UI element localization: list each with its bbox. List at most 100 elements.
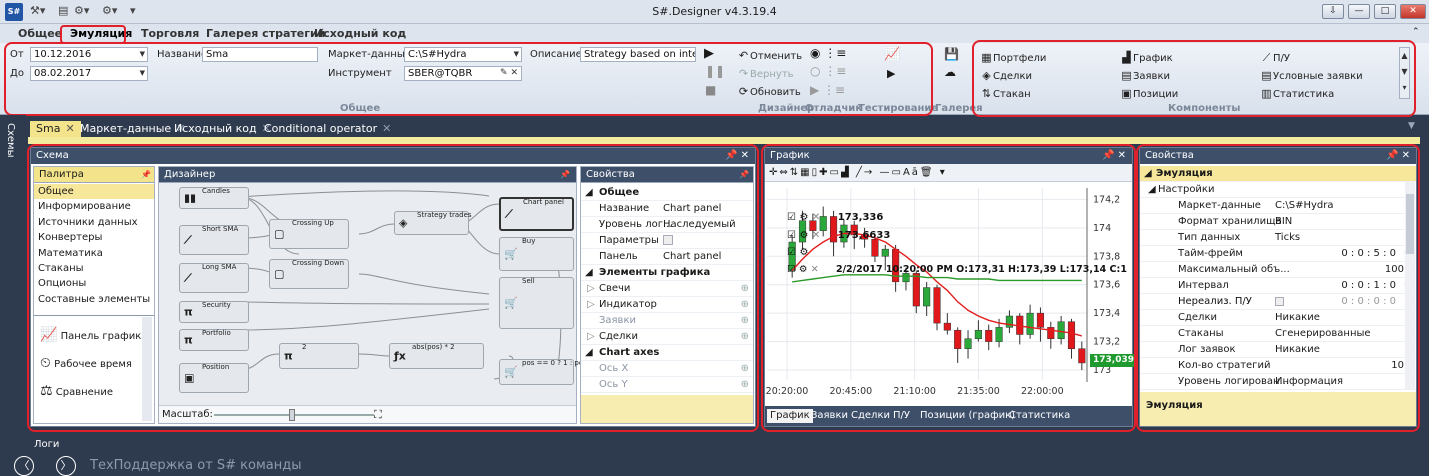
node-buy[interactable]: 🛒 Buy <box>499 237 574 271</box>
properties-scrollbar[interactable] <box>1405 182 1415 390</box>
description-field[interactable]: Strategy based on intersect <box>580 47 696 62</box>
gallery-scroll-icon[interactable]: ▲ ▼ ▾ <box>1399 47 1410 99</box>
minimize-button[interactable]: — <box>1348 4 1370 19</box>
palette-element-chart-panel[interactable]: 📈 Панель графика <box>40 327 147 343</box>
chart-tab-chart[interactable]: График <box>767 409 813 423</box>
test-run-icon[interactable]: ▶ <box>887 67 895 80</box>
pin-icon[interactable]: 📌 ✕ <box>1102 148 1126 164</box>
palette-category[interactable]: Опционы <box>34 276 154 291</box>
step-icon[interactable]: ○ ⋮≡ <box>810 64 846 78</box>
chart-tab-positions[interactable]: Позиции (график) <box>920 409 1015 423</box>
node-portfolio[interactable]: π Portfolio <box>179 329 249 351</box>
palette-category[interactable]: Источники данных <box>34 215 154 230</box>
chart-tab-statistics[interactable]: Статистика <box>1009 409 1070 423</box>
maximize-button[interactable]: □ <box>1374 4 1396 19</box>
props-row-params[interactable]: Параметры <box>581 233 753 249</box>
ribbon-collapse-icon[interactable]: ⌃ <box>1412 27 1420 37</box>
palette-category[interactable]: Информирование <box>34 199 154 214</box>
stop-icon[interactable]: ■ <box>705 83 716 97</box>
chart-tab-pnl[interactable]: П/У <box>893 409 910 423</box>
portfolios-button[interactable]: ▦Портфели <box>980 51 1046 64</box>
props-row-indicator[interactable]: ▷ Индикатор ⊕ <box>581 297 753 313</box>
tab-source-code[interactable]: Исходный код <box>314 27 406 40</box>
prop-subsection-settings[interactable]: ◢ Настройки <box>1140 182 1416 198</box>
props-category-general[interactable]: ◢ Общее <box>581 185 753 201</box>
restore-ribbon-icon[interactable]: ⇩ <box>1322 4 1344 19</box>
undo-button[interactable]: ↶ Отменить <box>737 49 802 62</box>
designer-area[interactable]: Дизайнер 📌 ▮▮ Candles ⟋ Short SMA ⟋ Long SMA… <box>158 166 587 424</box>
props-row-name[interactable]: Название Chart panel <box>581 201 753 217</box>
order-book-button[interactable]: ⇅ Стакан <box>980 87 1031 100</box>
test-chart-icon[interactable]: 📈 <box>884 47 900 62</box>
trades-button[interactable]: ◈ Сделки <box>980 69 1032 82</box>
prop-row[interactable]: Стаканы Сгенерированные <box>1140 326 1416 342</box>
node-chart-panel[interactable]: ⟋ Chart panel <box>499 197 574 231</box>
palette-element-working-time[interactable]: ⏲ Рабочее время <box>40 355 132 371</box>
positions-button[interactable]: ▣Позиции <box>1120 87 1178 100</box>
prop-row[interactable]: Формат хранилища BIN <box>1140 214 1416 230</box>
node-crossing-up[interactable]: ▢ Crossing Up <box>269 219 349 249</box>
orders-button[interactable]: ▤Заявки <box>1120 69 1170 82</box>
cloud-icon[interactable]: ☁ <box>944 65 956 79</box>
props-category-chart-elements[interactable]: ◢ Элементы графика <box>581 265 753 281</box>
prop-row[interactable]: Интервал0 : 0 : 1 : 0▲▼ <box>1140 278 1416 294</box>
back-button[interactable]: 〈 <box>14 456 34 476</box>
tabs-dropdown-icon[interactable]: ▼ <box>1408 121 1415 131</box>
chart-tab-trades[interactable]: Сделки <box>851 409 890 423</box>
palette-category[interactable]: Математика <box>34 246 154 261</box>
close-button[interactable]: ✕ <box>1400 4 1426 19</box>
continue-icon[interactable]: ▶ ⋮≡ <box>810 83 845 97</box>
prop-row[interactable]: Нереализ. П/У 0 : 0 : 0 : 0 <box>1140 294 1416 310</box>
palette-category[interactable]: Общее <box>34 184 154 200</box>
prop-row[interactable]: Максимальный объ... 100 <box>1140 262 1416 278</box>
tab-trading[interactable]: Торговля <box>141 27 199 40</box>
chart-tab-orders[interactable]: Заявки <box>811 409 848 423</box>
schemas-side-tab[interactable]: Схемы <box>5 123 16 158</box>
props-category-chart-axes[interactable]: ◢ Chart axes <box>581 345 753 361</box>
node-strategy-trades[interactable]: ◈ Strategy trades <box>394 211 472 235</box>
pin-icon[interactable]: 📌 ✕ <box>1386 148 1410 164</box>
prop-row[interactable]: Маркет-данные C:\S#Hydra <box>1140 198 1416 214</box>
statistics-button[interactable]: ▥Статистика <box>1260 87 1334 100</box>
node-formula[interactable]: ƒx abs(pos) * 2 <box>389 343 484 369</box>
prop-row[interactable]: Уровень логирован... Информация <box>1140 374 1416 390</box>
pin-icon[interactable]: 📌 ✕ <box>725 148 749 164</box>
to-date-field[interactable]: 08.02.2017 ▼ <box>30 66 148 81</box>
props-row-candles[interactable]: ▷ Свечи ⊕ <box>581 281 753 297</box>
props-row-axis-y[interactable]: Ось Y ⊕ <box>581 377 753 393</box>
support-text[interactable]: ТехПоддержка от S# команды <box>90 458 302 473</box>
node-constant[interactable]: π2 <box>279 343 359 369</box>
tab-strategy-gallery[interactable]: Галерея стратегий <box>206 27 325 40</box>
refresh-button[interactable]: ⟳ Обновить <box>737 85 801 98</box>
node-short-sma[interactable]: ⟋ Short SMA <box>179 225 249 255</box>
tab-general[interactable]: Общее <box>18 27 62 40</box>
palette-category[interactable]: Составные элементы <box>34 292 154 307</box>
node-security[interactable]: π Security <box>179 301 249 323</box>
node-sell[interactable]: 🛒 Sell <box>499 277 574 329</box>
prop-row[interactable]: Тайм-фрейм0 : 0 : 5 : 0▲▼ <box>1140 246 1416 262</box>
props-row-axis-x[interactable]: Ось X ⊕ <box>581 361 753 377</box>
palette-element-comparison[interactable]: ⚖ Сравнение <box>40 383 113 399</box>
zoom-slider-thumb[interactable] <box>289 409 295 421</box>
props-row-orders[interactable]: Заявки ⊕ <box>581 313 753 329</box>
side-strip[interactable]: Схемы <box>0 115 26 437</box>
fit-icon[interactable]: ⛶ <box>374 408 382 422</box>
redo-button[interactable]: ↷ Вернуть <box>737 67 794 80</box>
palette-category[interactable]: Конвертеры <box>34 230 154 245</box>
node-crossing-down[interactable]: ▢ Crossing Down <box>269 259 349 289</box>
pause-icon[interactable]: ❚❚ <box>705 64 725 78</box>
logs-tab[interactable]: Логи <box>34 439 59 450</box>
market-data-field[interactable]: C:\S#Hydra ▼ <box>404 47 522 62</box>
palette-scrollbar[interactable] <box>142 317 152 421</box>
pnl-button[interactable]: ⟋ П/У <box>1260 51 1290 65</box>
tab-emulation[interactable]: Эмуляция <box>70 27 132 40</box>
node-long-sma[interactable]: ⟋ Long SMA <box>179 263 249 293</box>
prop-row[interactable]: Сделки Никакие <box>1140 310 1416 326</box>
props-row-trades[interactable]: ▷ Сделки ⊕ <box>581 329 753 345</box>
save-icon[interactable]: 💾 <box>944 47 959 61</box>
forward-button[interactable]: 〉 <box>56 456 76 476</box>
chart-button[interactable]: ▟ График <box>1120 51 1172 64</box>
from-date-field[interactable]: 10.12.2016 ▼ <box>30 47 148 62</box>
node-condition[interactable]: 🛒 pos == 0 ? 1 : pos <box>499 359 587 385</box>
prop-row[interactable]: Кол-во стратегий 10 <box>1140 358 1416 374</box>
